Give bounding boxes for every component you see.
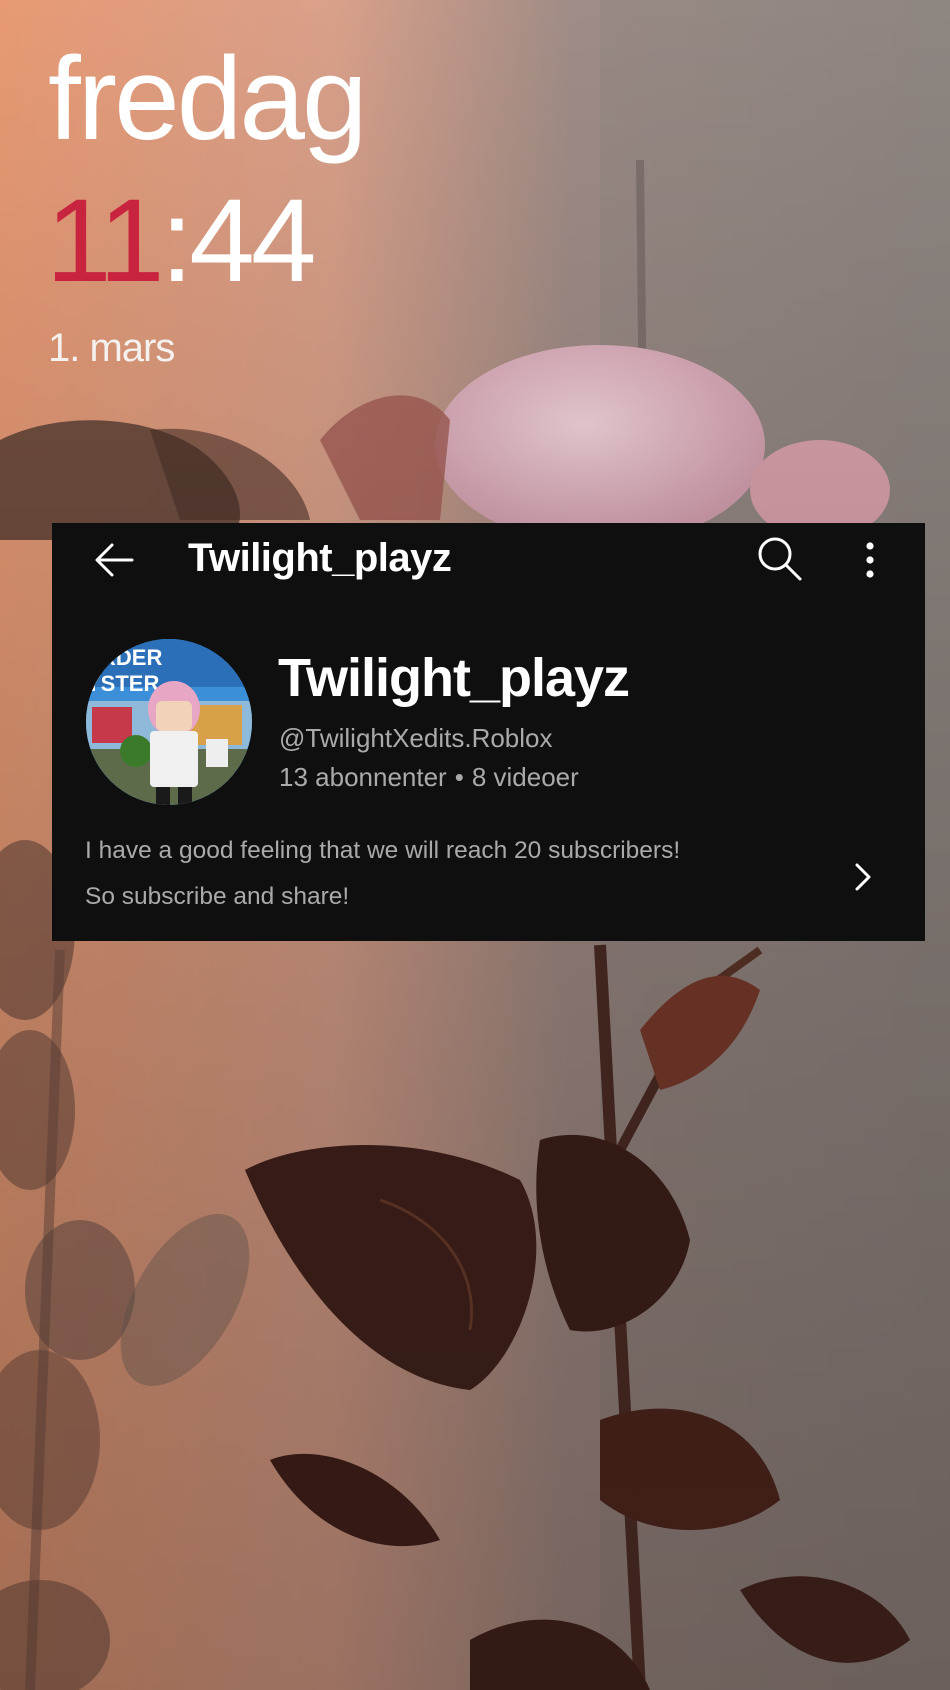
channel-avatar[interactable]: RDER YSTER <box>86 639 252 805</box>
stats-separator: • <box>454 762 464 792</box>
description-expand-button[interactable] <box>849 857 877 897</box>
lockscreen-time-separator: : <box>160 175 194 307</box>
video-count: 8 videoer <box>471 762 579 792</box>
channel-top-bar: Twilight_playz <box>52 523 925 589</box>
arrow-left-icon <box>95 543 134 577</box>
avatar-text-bottom: YSTER <box>86 671 159 696</box>
channel-handle[interactable]: @TwilightXedits.Roblox <box>279 723 553 754</box>
more-vertical-icon <box>866 542 874 578</box>
lockscreen-time-minute: 44 <box>189 175 316 307</box>
top-bar-title: Twilight_playz <box>188 536 452 580</box>
lockscreen-time-hour: 11 <box>46 175 164 307</box>
more-options-button[interactable] <box>852 535 888 585</box>
avatar-text-top: RDER <box>100 645 162 670</box>
lockscreen-date: 1. mars <box>48 326 175 370</box>
description-line-1: I have a good feeling that we will reach… <box>85 837 681 864</box>
lockscreen-day: fredag <box>48 33 368 165</box>
description-line-2: So subscribe and share! <box>85 883 350 910</box>
channel-name: Twilight_playz <box>278 648 630 708</box>
avatar-image: RDER YSTER <box>86 639 252 805</box>
search-icon <box>758 537 802 581</box>
chevron-right-icon <box>855 863 871 891</box>
subscriber-count: 13 abonnenter <box>279 762 447 792</box>
search-button[interactable] <box>754 533 806 585</box>
back-button[interactable] <box>90 535 140 585</box>
lockscreen-time: 11:44 <box>46 182 317 300</box>
channel-stats: 13 abonnenter • 8 videoer <box>279 762 579 793</box>
youtube-channel-card: Twilight_playz RDER YSTER Twilight_playz… <box>52 523 925 941</box>
channel-description[interactable]: I have a good feeling that we will reach… <box>85 828 785 920</box>
